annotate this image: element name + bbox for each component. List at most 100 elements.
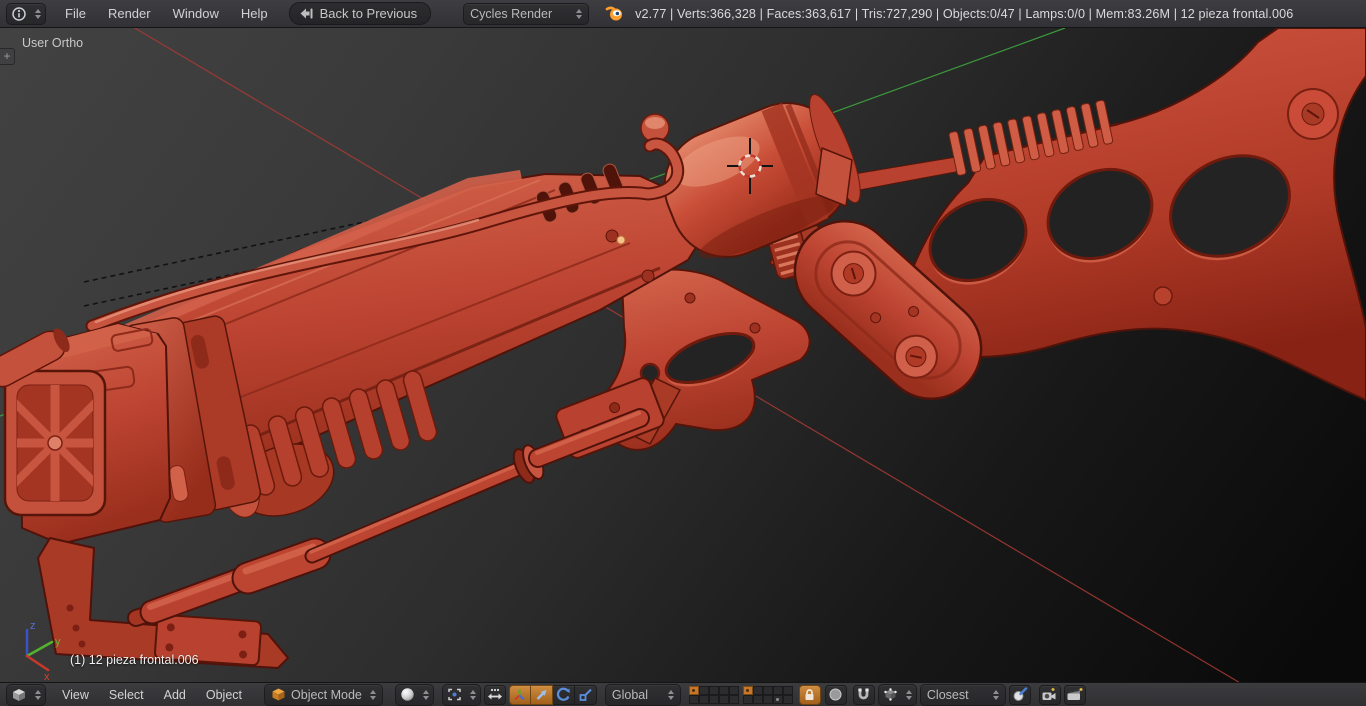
layer-cell[interactable]: [718, 685, 729, 695]
back-to-previous-label: Back to Previous: [319, 6, 418, 21]
snap-toggle-button[interactable]: [852, 684, 875, 705]
layer-cell[interactable]: [728, 694, 739, 704]
snap-target-value: Closest: [926, 687, 969, 702]
layer-grid-group-2[interactable]: [742, 685, 793, 704]
orientation-value: Global: [611, 687, 649, 702]
view-mode-label: User Ortho: [22, 36, 84, 50]
layer-cell[interactable]: [762, 694, 773, 704]
layer-cell[interactable]: [752, 685, 763, 695]
manipulator-buttons: [508, 684, 597, 705]
dropdown-spinner: [35, 8, 41, 19]
back-icon: [300, 8, 313, 19]
menu-add[interactable]: Add: [154, 688, 196, 702]
mode-dropdown[interactable]: Object Mode: [264, 683, 383, 706]
mode-value: Object Mode: [291, 687, 362, 702]
layer-objects-dot: [776, 697, 780, 701]
render-engine-dropdown[interactable]: Cycles Render: [463, 2, 590, 25]
pivot-point-icon: [448, 688, 461, 701]
menu-file[interactable]: File: [54, 6, 97, 21]
dropdown-spinner: [576, 8, 583, 19]
proportional-edit-icon: [829, 688, 842, 701]
layer-cell[interactable]: [728, 685, 739, 695]
layer-objects-dot: [692, 688, 696, 692]
layer-cell[interactable]: [772, 685, 783, 695]
editor-type-icon: [13, 688, 25, 701]
menu-object[interactable]: Object: [196, 688, 252, 702]
layer-cell[interactable]: [762, 685, 773, 695]
layer-cell[interactable]: [752, 694, 763, 704]
manipulate-centers-button[interactable]: [483, 684, 506, 705]
opengl-render-icon: [1042, 688, 1056, 700]
lock-camera-layers-icon: [805, 689, 814, 700]
viewport-3d[interactable]: z y x User Ortho + (1) 12 pieza frontal.…: [0, 28, 1366, 682]
layer-cell[interactable]: [742, 694, 753, 704]
manipulator-toggle-button[interactable]: [508, 684, 531, 705]
gizmo-x-label: x: [44, 671, 50, 682]
viewport-header-bar: View Select Add Object Object Mode Globa…: [0, 682, 1366, 706]
dropdown-spinner: [35, 689, 41, 700]
opengl-anim-icon: [1067, 688, 1083, 700]
info-editor-icon: [12, 6, 26, 21]
layer-cell[interactable]: [782, 694, 793, 704]
dropdown-spinner: [992, 689, 999, 700]
dropdown-spinner: [905, 689, 912, 700]
dropdown-spinner: [667, 689, 674, 700]
object-origin-dot: [616, 235, 626, 245]
align-rotation-button[interactable]: [1008, 684, 1031, 705]
layer-cell[interactable]: [688, 685, 699, 695]
dropdown-spinner: [422, 689, 429, 700]
opengl-render-button[interactable]: [1038, 684, 1061, 705]
snap-element-dropdown[interactable]: [877, 683, 917, 706]
layer-cell[interactable]: [772, 694, 783, 704]
snap-magnet-icon: [858, 688, 869, 700]
layer-cell[interactable]: [742, 685, 753, 695]
snap-target-dropdown[interactable]: Closest: [919, 683, 1006, 706]
align-rotation-icon: [1013, 687, 1028, 701]
layer-objects-dot: [746, 688, 750, 692]
translate-icon: [536, 690, 547, 700]
rotate-icon: [556, 687, 570, 701]
dropdown-spinner: [469, 689, 476, 700]
scale-manipulator-button[interactable]: [574, 684, 597, 705]
layer-cell[interactable]: [782, 685, 793, 695]
top-header-bar: File Render Window Help Back to Previous…: [0, 0, 1366, 28]
scene-statistics: v2.77 | Verts:366,328 | Faces:363,617 | …: [635, 6, 1294, 21]
menu-select[interactable]: Select: [99, 688, 154, 702]
back-to-previous-button[interactable]: Back to Previous: [288, 2, 432, 25]
toolshelf-expand-tab[interactable]: +: [0, 48, 15, 65]
layer-grid-group-1[interactable]: [688, 685, 739, 704]
menu-view[interactable]: View: [52, 688, 99, 702]
transform-orientation-dropdown[interactable]: Global: [604, 683, 681, 706]
lock-camera-layers-button[interactable]: [798, 684, 821, 705]
opengl-anim-render-button[interactable]: [1063, 684, 1086, 705]
gizmo-y-label: y: [55, 636, 61, 648]
dropdown-spinner: [369, 689, 376, 700]
active-object-label: (1) 12 pieza frontal.006: [70, 653, 199, 667]
shading-sphere-icon: [401, 688, 414, 701]
layer-cell[interactable]: [698, 685, 709, 695]
editor-type-dropdown[interactable]: [6, 683, 46, 706]
menu-help[interactable]: Help: [230, 6, 279, 21]
manipulator-axes-icon: [514, 689, 526, 701]
translate-manipulator-button[interactable]: [530, 684, 553, 705]
object-mode-cube-icon: [272, 688, 285, 701]
menu-render[interactable]: Render: [97, 6, 162, 21]
layer-cell[interactable]: [708, 694, 719, 704]
gizmo-z-label: z: [30, 620, 36, 632]
layer-buttons: [688, 685, 793, 704]
proportional-edit-button[interactable]: [824, 684, 847, 705]
rotate-manipulator-button[interactable]: [552, 684, 575, 705]
layer-cell[interactable]: [708, 685, 719, 695]
layer-cell[interactable]: [718, 694, 729, 704]
blender-logo: [605, 5, 625, 22]
render-engine-value: Cycles Render: [470, 6, 553, 21]
pivot-point-dropdown[interactable]: [441, 683, 481, 706]
menu-window[interactable]: Window: [162, 6, 230, 21]
layer-cell[interactable]: [688, 694, 699, 704]
layer-cell[interactable]: [698, 694, 709, 704]
scale-icon: [579, 688, 592, 701]
editor-type-dropdown-top[interactable]: [6, 2, 46, 25]
snap-element-icon: [884, 688, 897, 701]
viewport-shading-dropdown[interactable]: [394, 683, 434, 706]
model-laser-rifle[interactable]: [0, 28, 1366, 669]
